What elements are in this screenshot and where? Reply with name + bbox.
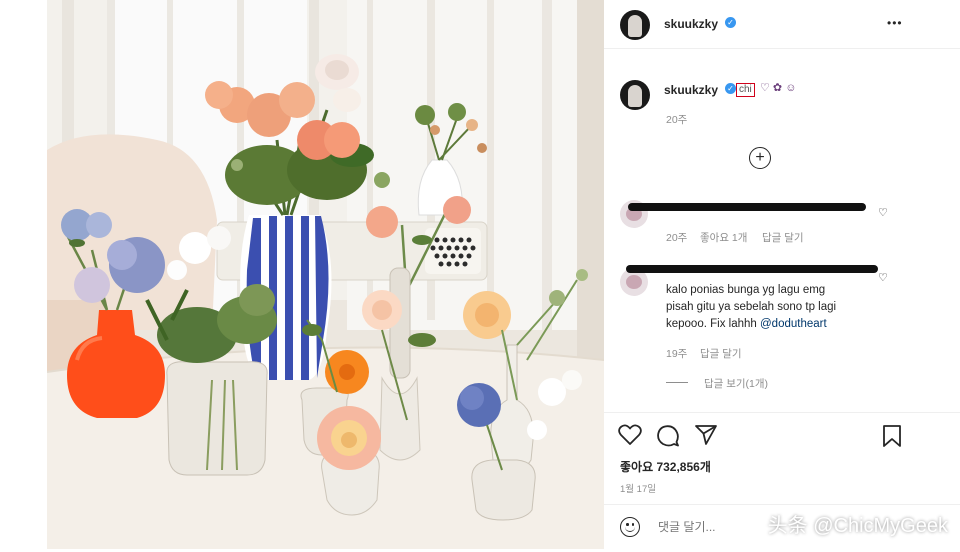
caption-emojis: ♡ ✿ ☺ <box>760 82 797 94</box>
comment-reply-button[interactable]: 답글 달기 <box>762 230 804 245</box>
more-options-icon[interactable]: ••• <box>887 16 903 30</box>
header-username[interactable]: skuukzky <box>664 17 718 31</box>
redacted-username <box>626 265 878 273</box>
actions-divider <box>604 412 960 413</box>
watermark-text: 头条 @ChicMyGeek <box>767 515 948 537</box>
bookmark-icon[interactable] <box>882 424 902 448</box>
post-photo[interactable] <box>47 0 604 549</box>
emoji-icon[interactable] <box>620 517 640 537</box>
comment-reply-button[interactable]: 답글 달기 <box>700 346 742 361</box>
send-icon[interactable] <box>694 424 718 446</box>
comment-like-heart-icon[interactable]: ♡ <box>878 206 888 219</box>
comment-likes-count[interactable]: 좋아요 1개 <box>700 230 747 245</box>
redacted-comment-text <box>628 203 866 211</box>
comment-time: 19주 <box>666 348 688 360</box>
mention-link[interactable]: @dodutheart <box>760 318 827 330</box>
post-date: 1월 17일 <box>620 484 656 495</box>
caption-username[interactable]: skuukzky <box>664 83 718 97</box>
header-divider <box>604 48 960 49</box>
comment-line: kalo ponias bunga yg lagu emg <box>666 284 826 296</box>
comment-input-divider <box>604 504 960 505</box>
caption-time: 20주 <box>666 114 688 126</box>
highlighted-tag: chi <box>736 83 755 97</box>
replies-line <box>666 382 688 383</box>
plus-circle-icon[interactable]: + <box>749 147 771 169</box>
comment-time: 20주 <box>666 232 688 244</box>
likes-count[interactable]: 좋아요 732,856개 <box>620 458 711 475</box>
comment-text: kalo ponias bunga yg lagu emg pisah gitu… <box>666 282 896 333</box>
view-replies-button[interactable]: 답글 보기(1개) <box>704 376 768 391</box>
comment-line-text: kepooo. Fix lahhh <box>666 318 757 330</box>
caption-verified-badge-icon: ✓ <box>725 83 736 94</box>
caption-avatar[interactable] <box>620 80 650 110</box>
flower-still-life-image <box>47 0 604 549</box>
comment-icon[interactable] <box>656 424 680 448</box>
comment-line: kepooo. Fix lahhh @dodutheart <box>666 316 896 333</box>
author-avatar[interactable] <box>620 10 650 40</box>
heart-icon[interactable] <box>618 424 642 446</box>
comment-line: pisah gitu ya sebelah sono tp lagi <box>666 301 837 313</box>
post-side-panel: skuukzky ✓ ••• skuukzky ✓ chi ♡ ✿ ☺ 20주 … <box>604 0 960 552</box>
verified-badge-icon: ✓ <box>725 17 736 28</box>
caption-tag: chi <box>736 81 755 97</box>
